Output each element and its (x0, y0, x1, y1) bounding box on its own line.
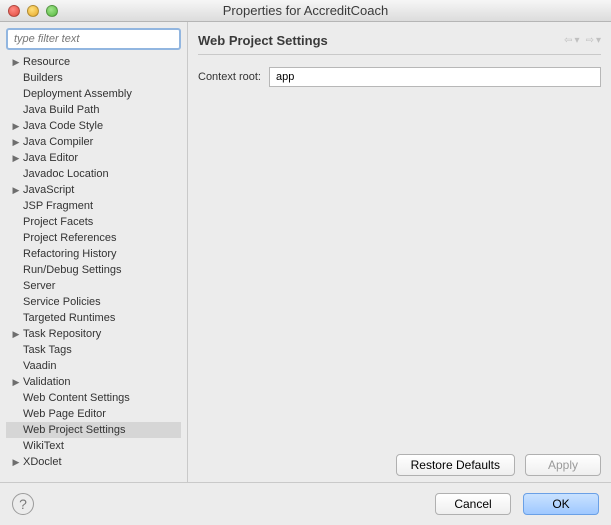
titlebar: Properties for AccreditCoach (0, 0, 611, 22)
tree-item[interactable]: Web Content Settings (6, 390, 181, 406)
expand-icon[interactable]: ▶ (10, 185, 22, 196)
tree-item[interactable]: ▶XDoclet (6, 454, 181, 470)
apply-button[interactable]: Apply (525, 454, 601, 476)
tree-item-label: Builders (22, 72, 63, 84)
tree-item-label: Web Project Settings (22, 424, 126, 436)
close-icon[interactable] (8, 5, 20, 17)
context-root-input[interactable] (269, 67, 601, 87)
tree-item-label: Resource (22, 56, 70, 68)
tree-item[interactable]: Javadoc Location (6, 166, 181, 182)
tree-item[interactable]: Deployment Assembly (6, 86, 181, 102)
tree-item-label: Deployment Assembly (22, 88, 132, 100)
filter-input[interactable] (6, 28, 181, 50)
tree-item[interactable]: Service Policies (6, 294, 181, 310)
tree-item-label: WikiText (22, 440, 64, 452)
footer: ? Cancel OK (0, 482, 611, 524)
expand-icon[interactable]: ▶ (10, 329, 22, 340)
tree-item[interactable]: Refactoring History (6, 246, 181, 262)
tree-item-label: Service Policies (22, 296, 101, 308)
expand-icon[interactable]: ▶ (10, 377, 22, 388)
ok-button[interactable]: OK (523, 493, 599, 515)
expand-icon[interactable]: ▶ (10, 137, 22, 148)
context-root-label: Context root: (198, 71, 261, 83)
forward-menu-icon[interactable]: ▾ (596, 35, 601, 46)
main-panel: Web Project Settings ⇦ ▾ ⇨ ▾ Context roo… (188, 22, 611, 482)
tree-item[interactable]: Run/Debug Settings (6, 262, 181, 278)
tree-item[interactable]: Web Project Settings (6, 422, 181, 438)
page-nav: ⇦ ▾ ⇨ ▾ (564, 35, 601, 46)
tree-item-label: Targeted Runtimes (22, 312, 115, 324)
tree-item-label: Task Tags (22, 344, 72, 356)
expand-icon[interactable]: ▶ (10, 57, 22, 68)
tree-item[interactable]: ▶Validation (6, 374, 181, 390)
tree-item[interactable]: WikiText (6, 438, 181, 454)
tree-item-label: Java Compiler (22, 136, 93, 148)
tree-item[interactable]: Builders (6, 70, 181, 86)
tree-item-label: Javadoc Location (22, 168, 109, 180)
tree-item-label: Vaadin (22, 360, 56, 372)
window-title: Properties for AccreditCoach (223, 3, 388, 18)
tree-item-label: Refactoring History (22, 248, 117, 260)
tree-item-label: Project Facets (22, 216, 93, 228)
restore-defaults-button[interactable]: Restore Defaults (396, 454, 515, 476)
back-icon[interactable]: ⇦ (564, 35, 572, 46)
help-icon[interactable]: ? (12, 493, 34, 515)
tree-item[interactable]: ▶Resource (6, 54, 181, 70)
tree-item[interactable]: Targeted Runtimes (6, 310, 181, 326)
tree-item[interactable]: Server (6, 278, 181, 294)
expand-icon[interactable]: ▶ (10, 457, 22, 468)
tree-item[interactable]: Java Build Path (6, 102, 181, 118)
zoom-icon[interactable] (46, 5, 58, 17)
tree-item-label: Validation (22, 376, 71, 388)
back-menu-icon[interactable]: ▾ (575, 35, 580, 46)
tree-item[interactable]: ▶Java Editor (6, 150, 181, 166)
tree-item-label: Web Page Editor (22, 408, 106, 420)
tree-item[interactable]: Vaadin (6, 358, 181, 374)
tree-item-label: Web Content Settings (22, 392, 130, 404)
property-tree: ▶ResourceBuildersDeployment AssemblyJava… (6, 54, 181, 476)
tree-item[interactable]: Web Page Editor (6, 406, 181, 422)
tree-item-label: XDoclet (22, 456, 62, 468)
tree-item-label: Java Code Style (22, 120, 103, 132)
separator (198, 54, 601, 55)
tree-item-label: Run/Debug Settings (22, 264, 121, 276)
minimize-icon[interactable] (27, 5, 39, 17)
tree-item-label: Task Repository (22, 328, 101, 340)
tree-item[interactable]: ▶Task Repository (6, 326, 181, 342)
tree-item-label: Project References (22, 232, 117, 244)
context-root-row: Context root: (198, 67, 601, 87)
tree-item[interactable]: Project References (6, 230, 181, 246)
expand-icon[interactable]: ▶ (10, 153, 22, 164)
sidebar: ▶ResourceBuildersDeployment AssemblyJava… (0, 22, 188, 482)
forward-icon[interactable]: ⇨ (586, 35, 594, 46)
expand-icon[interactable]: ▶ (10, 121, 22, 132)
tree-item[interactable]: JSP Fragment (6, 198, 181, 214)
tree-item-label: Java Editor (22, 152, 78, 164)
tree-item-label: JSP Fragment (22, 200, 93, 212)
window-controls (8, 5, 58, 17)
tree-item-label: Server (22, 280, 55, 292)
tree-item-label: Java Build Path (22, 104, 99, 116)
tree-item[interactable]: Project Facets (6, 214, 181, 230)
tree-item[interactable]: ▶Java Compiler (6, 134, 181, 150)
tree-item[interactable]: ▶Java Code Style (6, 118, 181, 134)
tree-item[interactable]: ▶JavaScript (6, 182, 181, 198)
cancel-button[interactable]: Cancel (435, 493, 511, 515)
tree-item[interactable]: Task Tags (6, 342, 181, 358)
tree-item-label: JavaScript (22, 184, 74, 196)
page-heading: Web Project Settings (198, 33, 328, 48)
